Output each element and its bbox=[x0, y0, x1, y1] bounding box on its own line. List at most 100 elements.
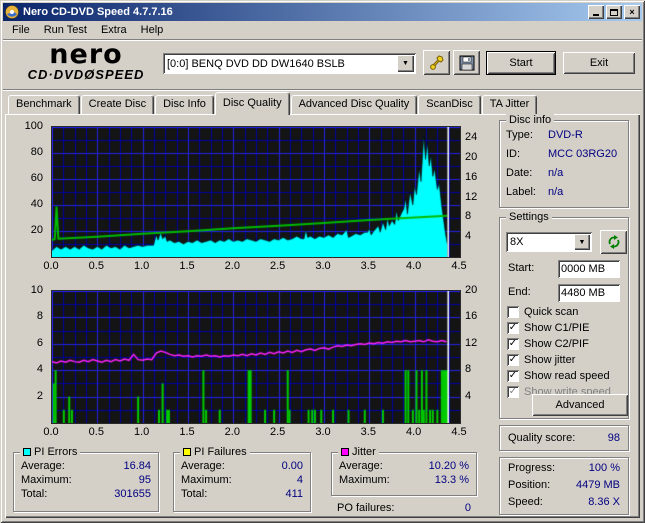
tab-create-disc[interactable]: Create Disc bbox=[80, 95, 155, 114]
right-axis-tick: 8 bbox=[465, 210, 472, 223]
nero-logo: nero CD·DVDØSPEED bbox=[11, 41, 161, 81]
stat-label: Maximum: bbox=[339, 474, 390, 486]
chevron-down-icon[interactable]: ▼ bbox=[574, 234, 590, 250]
disc-info-value: n/a bbox=[548, 167, 564, 179]
right-axis-tick: 4 bbox=[465, 230, 472, 243]
stat-value: 13.3 % bbox=[434, 474, 469, 486]
legend-color-icon bbox=[23, 448, 31, 456]
x-axis-tick: 2.5 bbox=[270, 260, 286, 272]
menu-file[interactable]: File bbox=[5, 22, 37, 38]
stat-box-pi-failures: PI Failures Average: 0.00 Maximum: 4 Total: 41… bbox=[173, 446, 311, 512]
x-axis-tick: 3.0 bbox=[315, 426, 331, 438]
drive-select[interactable]: [0:0] BENQ DVD DD DW1640 BSLB ▼ bbox=[163, 53, 416, 74]
stat-label: Average: bbox=[181, 460, 225, 472]
stat-title: Jitter bbox=[352, 446, 376, 458]
disc-info-box: Disc info Type: DVD-R ID: MCC 03RG20 Date: n/… bbox=[499, 114, 629, 208]
end-field-label: End: bbox=[508, 286, 531, 298]
menu-extra[interactable]: Extra bbox=[94, 22, 134, 38]
refresh-icon bbox=[608, 235, 619, 249]
x-axis-tick: 1.0 bbox=[134, 426, 150, 438]
chevron-down-icon[interactable]: ▼ bbox=[397, 55, 414, 72]
right-axis-tick: 12 bbox=[465, 336, 478, 349]
tab-benchmark[interactable]: Benchmark bbox=[8, 95, 80, 114]
left-axis-tick: 2 bbox=[36, 389, 43, 402]
settings-checkboxes: Quick scan ✓ Show C1/PIE ✓ Show C2/PIF ✓ Show … bbox=[507, 304, 624, 400]
tab-ta-jitter[interactable]: TA Jitter bbox=[481, 95, 538, 114]
checkbox-box[interactable]: ✓ bbox=[507, 370, 519, 382]
left-axis-tick: 8 bbox=[36, 310, 43, 323]
progress-label: Speed: bbox=[508, 496, 543, 508]
tab-advanced-disc-quality[interactable]: Advanced Disc Quality bbox=[290, 95, 418, 114]
eject-tools-button[interactable] bbox=[423, 50, 450, 75]
close-icon: × bbox=[629, 7, 635, 17]
advanced-button[interactable]: Advanced bbox=[532, 394, 628, 416]
stat-value: 16.84 bbox=[123, 460, 151, 472]
checkbox-show-c2-pif[interactable]: ✓ Show C2/PIF bbox=[507, 336, 624, 352]
menu-run-test[interactable]: Run Test bbox=[37, 22, 94, 38]
checkbox-quick-scan[interactable]: Quick scan bbox=[507, 304, 624, 320]
progress-row: Position: 4479 MB bbox=[508, 479, 620, 496]
refresh-button[interactable] bbox=[600, 230, 627, 254]
start-button[interactable]: Start bbox=[486, 51, 556, 75]
checkbox-show-read-speed[interactable]: ✓ Show read speed bbox=[507, 368, 624, 384]
close-button[interactable]: × bbox=[624, 5, 640, 19]
stat-value: 95 bbox=[138, 474, 151, 486]
stat-value: 10.20 % bbox=[428, 460, 469, 472]
stat-row: Average: 0.00 bbox=[174, 459, 310, 473]
stat-row: Total: 411 bbox=[174, 487, 310, 501]
tab-disc-info[interactable]: Disc Info bbox=[155, 95, 214, 114]
right-axis-tick: 24 bbox=[465, 131, 478, 144]
left-axis-tick: 6 bbox=[36, 336, 43, 349]
legend-color-icon bbox=[341, 448, 349, 456]
po-failures-value: 0 bbox=[464, 502, 471, 514]
pif-jitter-chart: 10 8 6 4 2 20 16 12 8 4 0.0 0.5 1.0 1.5 2.0 2.5 3.0 3.5 4.… bbox=[11, 284, 493, 442]
stat-title: PI Errors bbox=[34, 446, 78, 458]
window-title: Nero CD-DVD Speed 4.7.7.16 bbox=[23, 6, 173, 18]
right-axis-tick: 4 bbox=[465, 389, 472, 402]
menu-help[interactable]: Help bbox=[134, 22, 171, 38]
exit-button[interactable]: Exit bbox=[563, 52, 635, 74]
x-axis-tick: 2.5 bbox=[270, 426, 286, 438]
x-axis-tick: 0.0 bbox=[43, 426, 59, 438]
tab-scandisc[interactable]: ScanDisc bbox=[418, 95, 481, 114]
progress-value: 8.36 X bbox=[588, 496, 620, 508]
stat-legend: PI Errors bbox=[20, 446, 81, 458]
checkbox-box[interactable]: ✓ bbox=[507, 322, 519, 334]
po-failures-row: PO failures: 0 bbox=[331, 496, 477, 514]
po-failures-label: PO failures: bbox=[337, 502, 395, 514]
save-button[interactable] bbox=[453, 50, 480, 75]
progress-row: Progress: 100 % bbox=[508, 462, 620, 479]
menu-bar: File Run Test Extra Help bbox=[3, 21, 642, 40]
start-field-label: Start: bbox=[508, 262, 535, 274]
progress-value: 4479 MB bbox=[575, 479, 620, 491]
checkbox-box[interactable]: ✓ bbox=[507, 338, 519, 350]
disc-info-rows: Type: DVD-R ID: MCC 03RG20 Date: n/a Label: n/a bbox=[506, 129, 622, 205]
legend-color-icon bbox=[183, 448, 191, 456]
app-icon bbox=[5, 5, 19, 19]
right-axis-tick: 20 bbox=[465, 284, 478, 296]
checkbox-show-jitter[interactable]: ✓ Show jitter bbox=[507, 352, 624, 368]
x-axis-tick: 1.5 bbox=[179, 260, 195, 272]
start-field[interactable] bbox=[558, 260, 620, 278]
stat-row: Average: 16.84 bbox=[14, 459, 158, 473]
maximize-button[interactable] bbox=[606, 5, 622, 19]
end-field[interactable] bbox=[558, 284, 620, 302]
minimize-button[interactable] bbox=[588, 5, 604, 19]
stat-row: Average: 10.20 % bbox=[332, 459, 476, 473]
checkbox-box[interactable]: ✓ bbox=[507, 354, 519, 366]
stat-label: Average: bbox=[339, 460, 383, 472]
progress-value: 100 % bbox=[588, 462, 620, 474]
stat-label: Maximum: bbox=[181, 474, 232, 486]
stat-legend: Jitter bbox=[338, 446, 379, 458]
checkbox-show-c1-pie[interactable]: ✓ Show C1/PIE bbox=[507, 320, 624, 336]
stat-col-jitter: Jitter Average: 10.20 % Maximum: 13.3 % PO fa… bbox=[331, 446, 477, 514]
tab-disc-quality[interactable]: Disc Quality bbox=[214, 92, 290, 115]
settings-box: Settings 8X ▼ Start: End: Qu bbox=[499, 211, 629, 419]
stat-value: 301655 bbox=[114, 488, 151, 500]
checkbox-label: Quick scan bbox=[524, 306, 579, 318]
speed-select[interactable]: 8X ▼ bbox=[506, 232, 592, 252]
right-axis-tick: 20 bbox=[465, 151, 478, 164]
checkbox-box[interactable] bbox=[507, 306, 519, 318]
disc-info-value: n/a bbox=[548, 186, 564, 198]
disc-info-row: Label: n/a bbox=[506, 186, 622, 205]
